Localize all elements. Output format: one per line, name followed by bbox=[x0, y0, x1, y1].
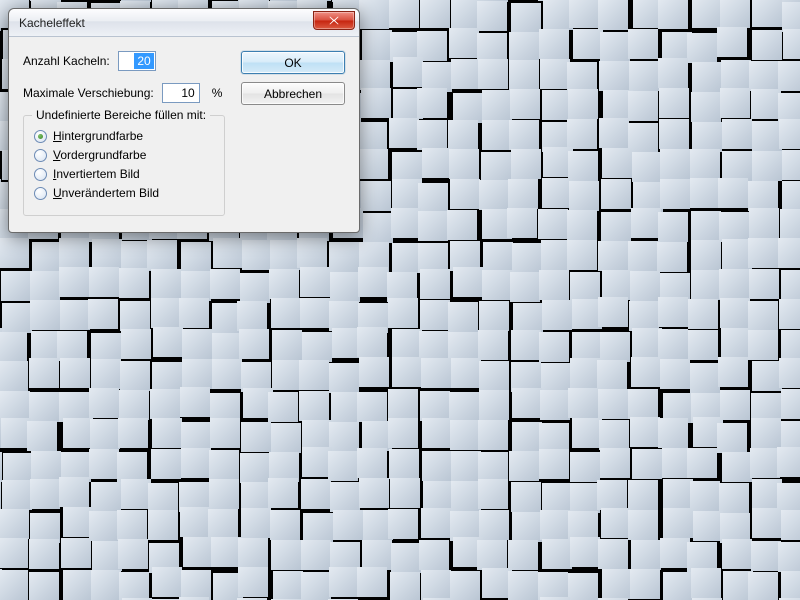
tile-count-input[interactable]: 20 bbox=[118, 51, 156, 71]
max-shift-input[interactable] bbox=[162, 83, 200, 103]
dialog-body: Anzahl Kacheln: 20 Maximale Verschiebung… bbox=[9, 37, 359, 232]
fill-fieldset: Undefinierte Bereiche füllen mit: Hinter… bbox=[23, 115, 225, 216]
fill-option-1[interactable]: Vordergrundfarbe bbox=[34, 148, 214, 162]
tile-count-value: 20 bbox=[134, 53, 153, 69]
radio-indicator[interactable] bbox=[34, 168, 47, 181]
radio-label: Vordergrundfarbe bbox=[53, 148, 146, 162]
fill-option-2[interactable]: Invertiertem Bild bbox=[34, 167, 214, 181]
close-icon bbox=[329, 16, 339, 25]
radio-label: Unverändertem Bild bbox=[53, 186, 159, 200]
fill-option-0[interactable]: Hintergrundfarbe bbox=[34, 129, 214, 143]
close-button[interactable] bbox=[313, 11, 355, 30]
tile-count-label: Anzahl Kacheln: bbox=[23, 54, 110, 68]
titlebar[interactable]: Kacheleffekt bbox=[9, 9, 359, 37]
tile-effect-dialog: Kacheleffekt Anzahl Kacheln: 20 Maximale… bbox=[8, 8, 360, 233]
radio-indicator[interactable] bbox=[34, 149, 47, 162]
radio-label: Invertiertem Bild bbox=[53, 167, 140, 181]
tile-count-row: Anzahl Kacheln: 20 bbox=[23, 51, 225, 71]
fill-legend: Undefinierte Bereiche füllen mit: bbox=[32, 108, 210, 122]
dialog-title: Kacheleffekt bbox=[19, 16, 85, 30]
percent-suffix: % bbox=[212, 86, 223, 100]
max-shift-label: Maximale Verschiebung: bbox=[23, 86, 154, 100]
radio-indicator[interactable] bbox=[34, 130, 47, 143]
cancel-button[interactable]: Abbrechen bbox=[241, 82, 345, 105]
radio-label: Hintergrundfarbe bbox=[53, 129, 143, 143]
fill-option-3[interactable]: Unverändertem Bild bbox=[34, 186, 214, 200]
max-shift-row: Maximale Verschiebung: % bbox=[23, 83, 225, 103]
ok-label: OK bbox=[284, 56, 301, 70]
radio-indicator[interactable] bbox=[34, 187, 47, 200]
cancel-label: Abbrechen bbox=[264, 87, 322, 101]
ok-button[interactable]: OK bbox=[241, 51, 345, 74]
